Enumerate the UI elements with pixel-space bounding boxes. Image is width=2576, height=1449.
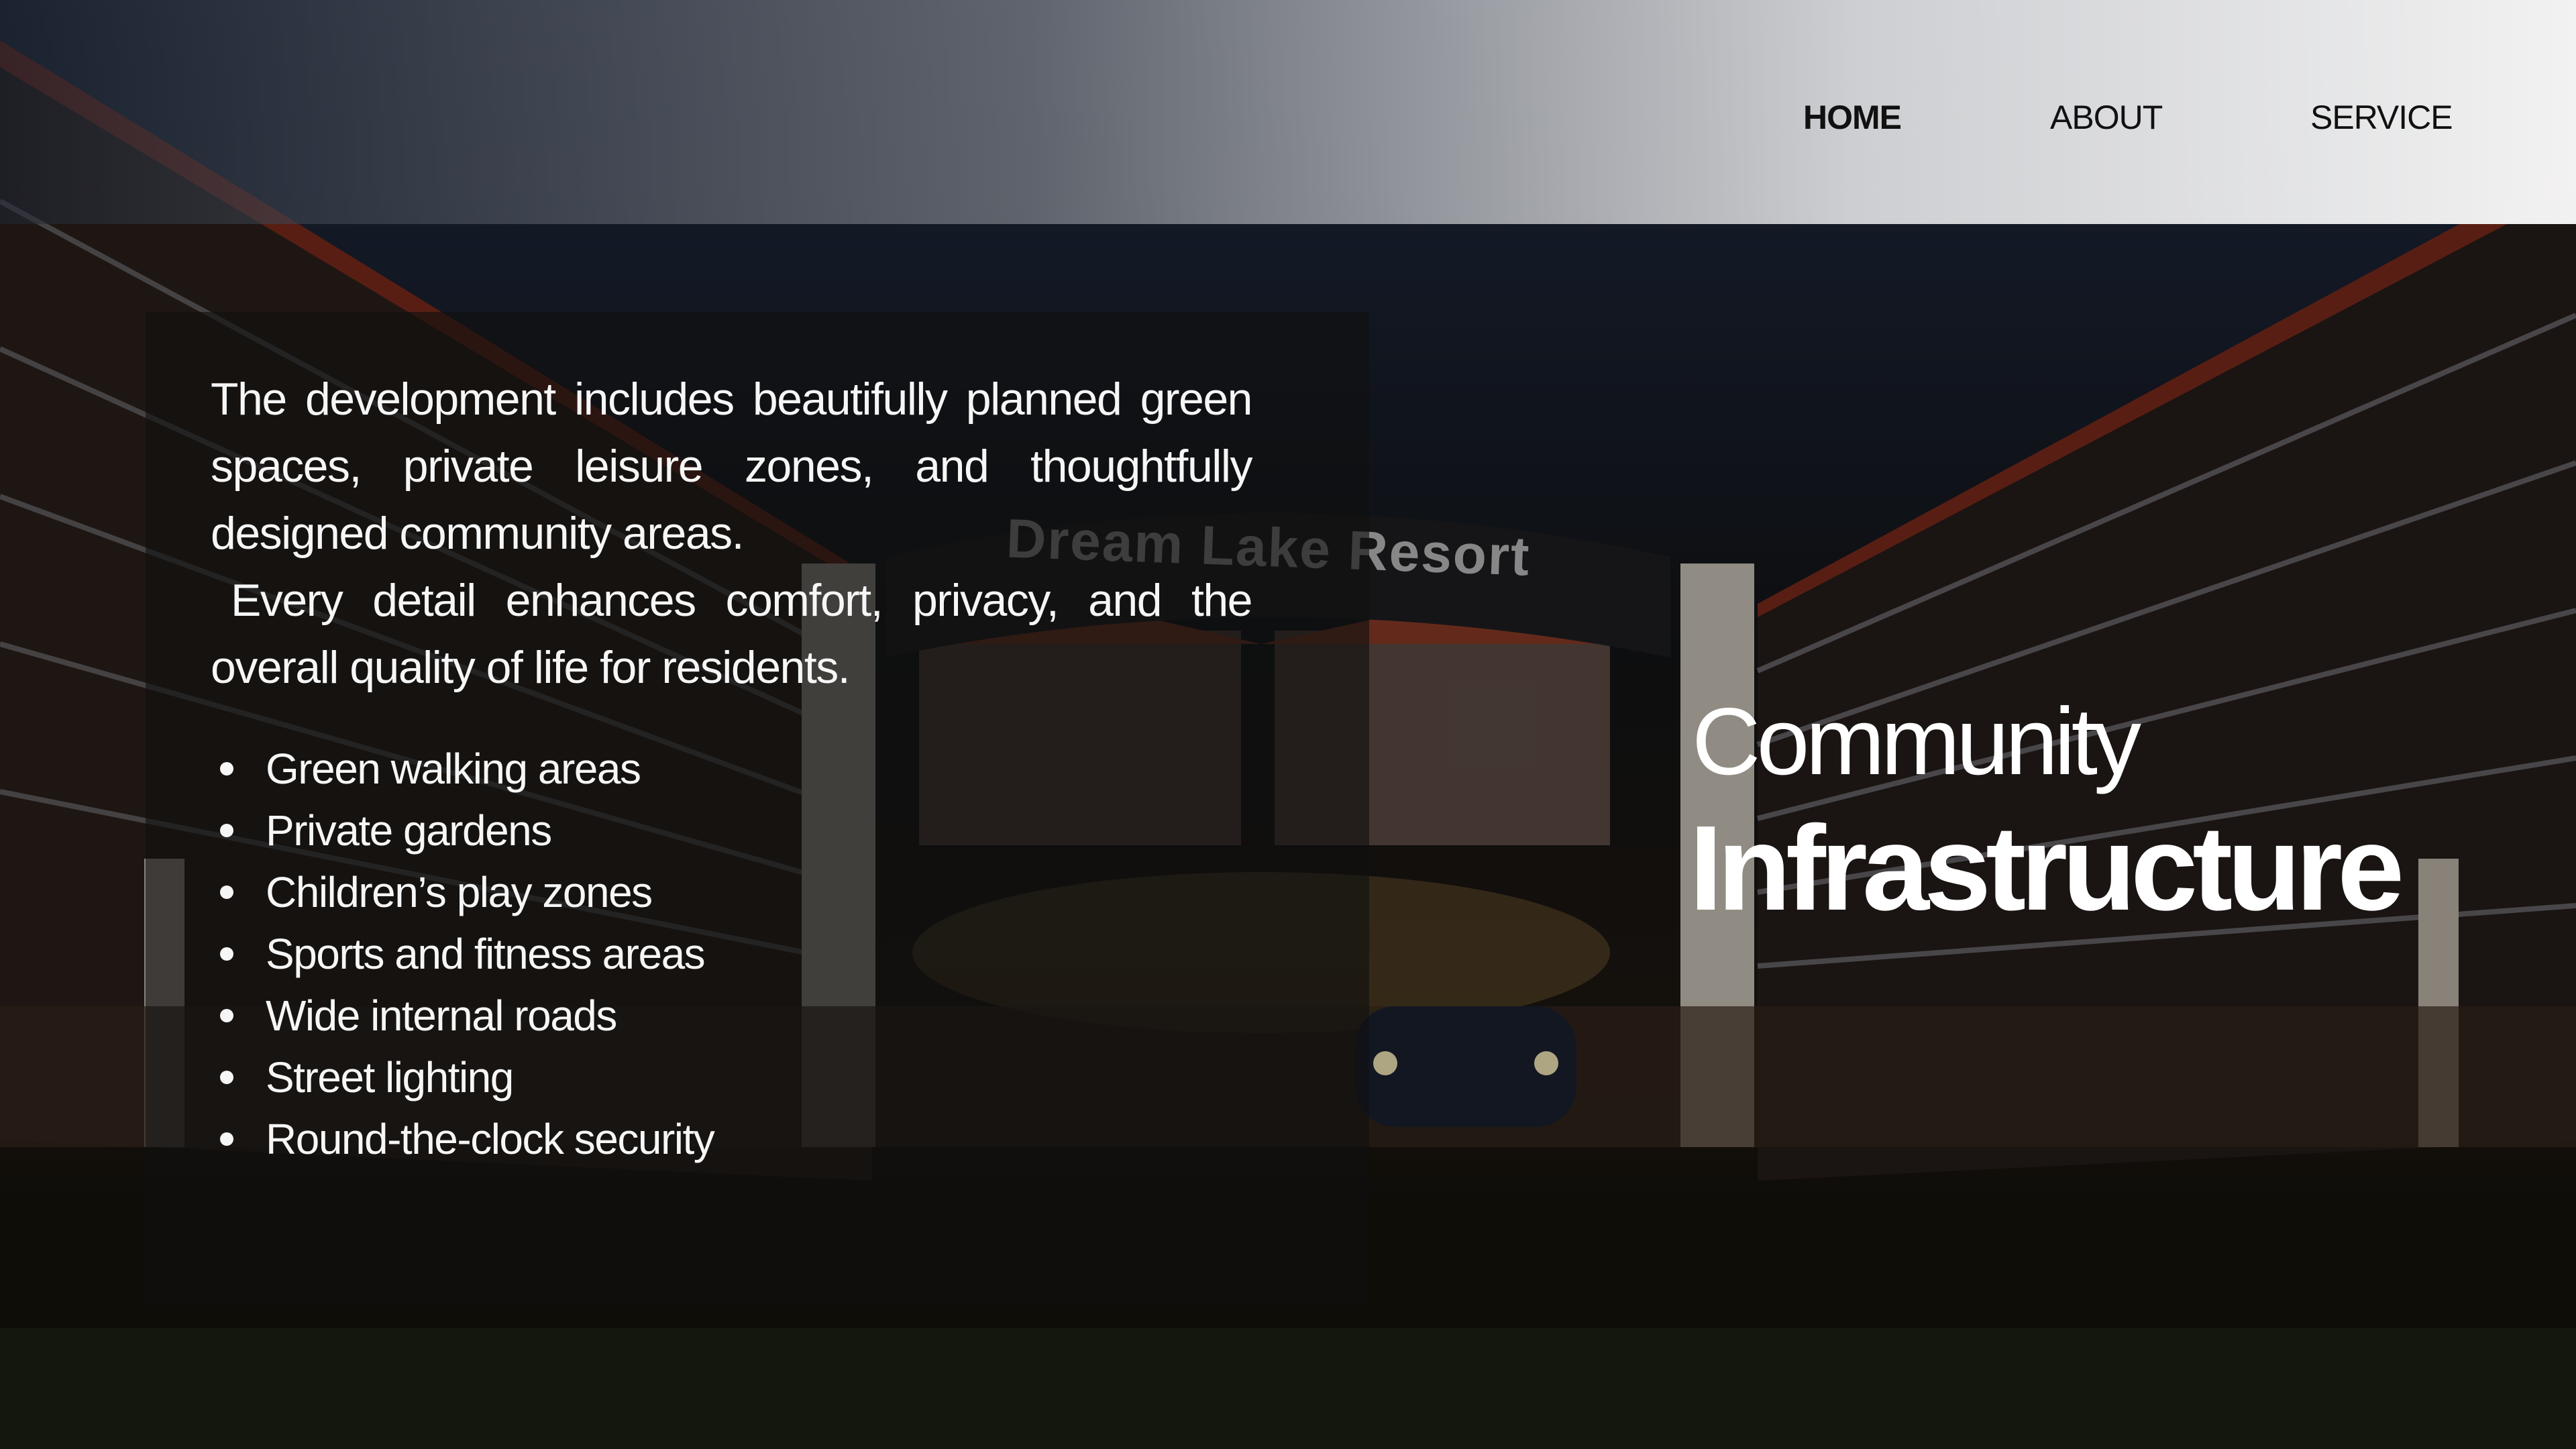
feature-label: Wide internal roads <box>266 991 617 1040</box>
feature-list-item: Wide internal roads <box>211 985 714 1046</box>
feature-label: Round-the-clock security <box>266 1115 715 1163</box>
bullet-icon <box>220 1071 233 1084</box>
feature-label: Street lighting <box>266 1053 514 1102</box>
feature-label: Sports and fitness areas <box>266 930 706 978</box>
feature-label: Green walking areas <box>266 745 641 793</box>
heading-infrastructure: Infrastructure <box>1689 801 2404 936</box>
description-text: The development includes beautifully pla… <box>211 366 1253 701</box>
bullet-icon <box>220 762 233 775</box>
description-paragraph-1: The development includes beautifully pla… <box>211 374 1253 559</box>
top-navigation-bar: HOME ABOUT SERVICE <box>0 0 2576 224</box>
bullet-icon <box>220 1132 233 1146</box>
feature-label: Children’s play zones <box>266 868 653 916</box>
feature-list-item: Round-the-clock security <box>211 1108 715 1170</box>
feature-list-item: Sports and fitness areas <box>211 923 714 985</box>
feature-list-item: Children’s play zones <box>211 861 714 923</box>
nav-item-service[interactable]: SERVICE <box>2310 101 2453 134</box>
heading-community: Community <box>1692 688 2141 795</box>
feature-list-item: Private gardens <box>211 800 714 861</box>
nav-item-home[interactable]: HOME <box>1803 101 1902 134</box>
feature-list: Green walking areas Private gardens Chil… <box>211 738 715 1170</box>
description-paragraph-2: Every detail enhances comfort, privacy, … <box>211 575 1253 693</box>
bullet-icon <box>220 947 233 961</box>
bullet-icon <box>220 885 233 899</box>
feature-label: Private gardens <box>266 806 552 855</box>
feature-list-item: Green walking areas <box>211 738 714 800</box>
bullet-icon <box>220 824 233 837</box>
feature-list-item: Street lighting <box>211 1046 714 1108</box>
bullet-icon <box>220 1009 233 1022</box>
nav-item-about[interactable]: ABOUT <box>2050 101 2163 134</box>
slide-page: Dream Lake Resort HOME ABOUT SERVICE The… <box>0 0 2576 1449</box>
